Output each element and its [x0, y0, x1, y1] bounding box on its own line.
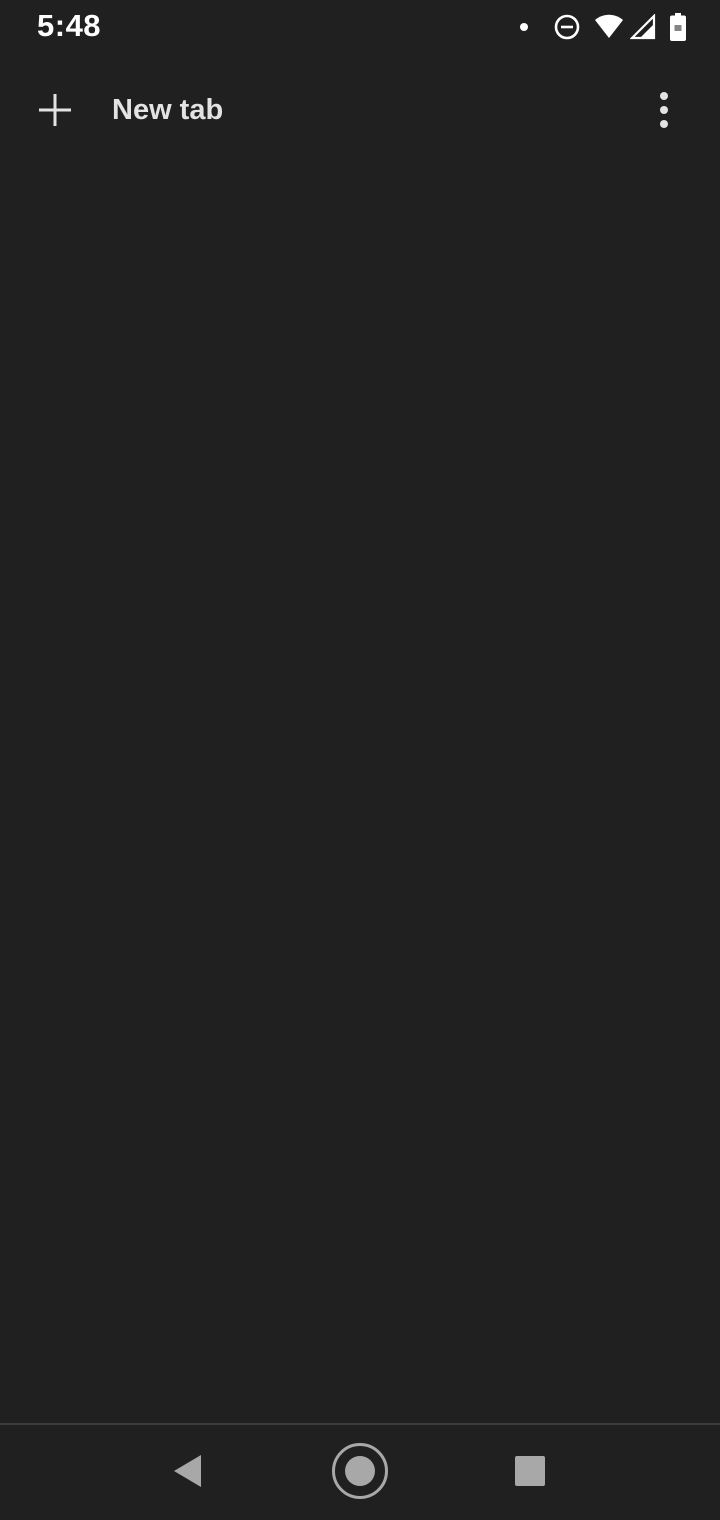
home-button[interactable]	[328, 1441, 392, 1505]
status-icons	[520, 12, 686, 42]
recents-button[interactable]	[498, 1441, 562, 1505]
more-vert-icon	[659, 92, 669, 128]
status-bar: 5:48	[0, 0, 720, 56]
do-not-disturb-icon	[554, 14, 580, 40]
status-time: 5:48	[37, 8, 102, 43]
screen: 5:48 New tab	[0, 0, 720, 1520]
new-tab-button[interactable]: New tab	[20, 72, 243, 148]
back-triangle-icon	[171, 1453, 205, 1494]
notification-dot-icon	[520, 23, 528, 31]
back-button[interactable]	[156, 1441, 220, 1505]
new-tab-label: New tab	[112, 93, 224, 126]
cell-signal-icon	[629, 13, 656, 40]
more-options-button[interactable]	[636, 82, 692, 138]
recents-square-icon	[514, 1455, 546, 1492]
tab-content-area	[0, 150, 720, 1422]
system-nav-bar	[0, 1423, 720, 1520]
wifi-icon	[594, 14, 624, 40]
battery-full-icon	[670, 13, 686, 41]
tab-toolbar: New tab	[0, 72, 720, 148]
home-circle-icon	[330, 1441, 390, 1506]
plus-icon	[38, 93, 72, 127]
